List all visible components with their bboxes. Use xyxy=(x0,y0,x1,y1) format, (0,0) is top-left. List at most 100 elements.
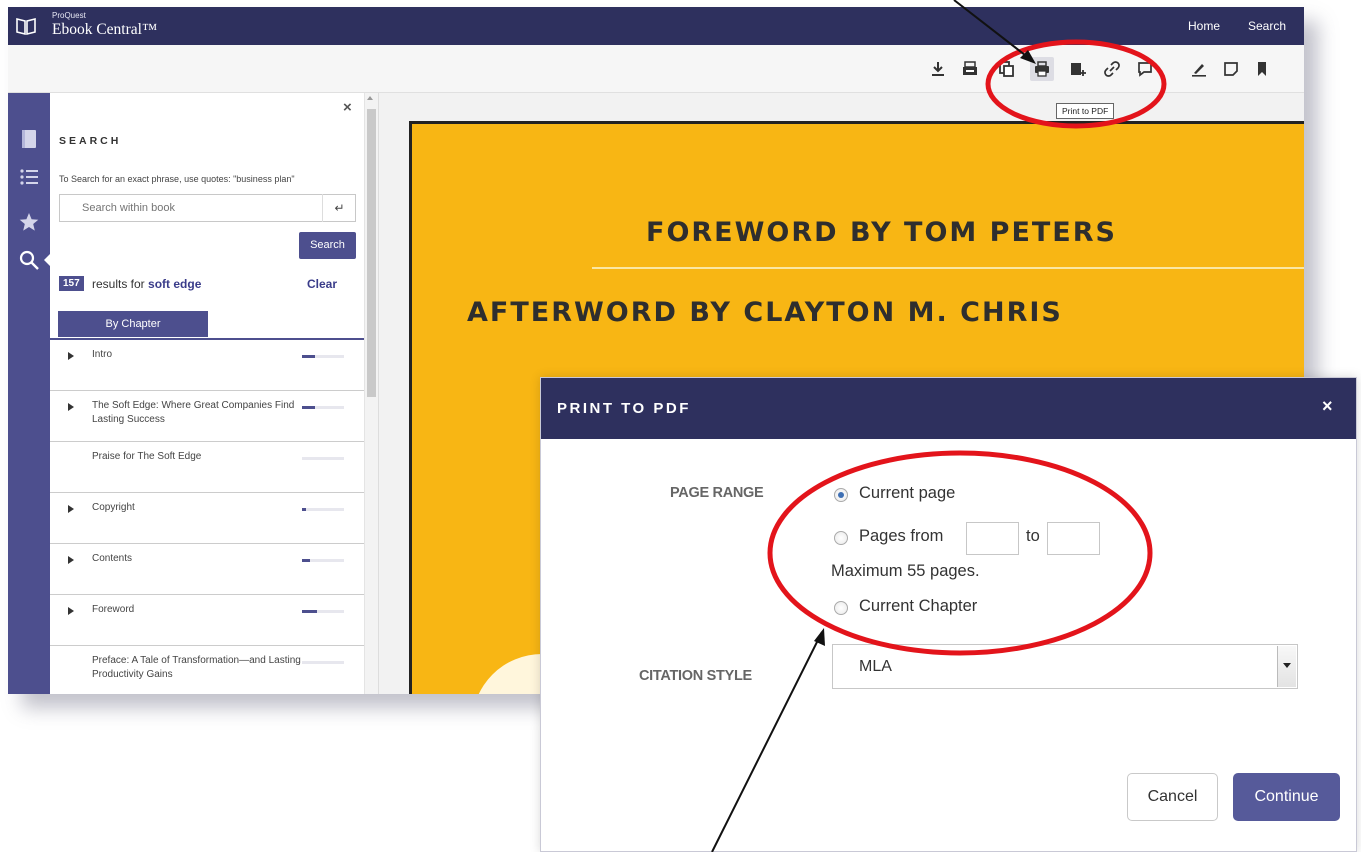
search-button[interactable]: Search xyxy=(299,232,356,259)
top-navigation-bar: ProQuest Ebook Central™ Home Search xyxy=(8,7,1304,45)
dialog-header: PRINT TO PDF × xyxy=(541,378,1356,439)
clear-results-link[interactable]: Clear xyxy=(307,277,337,291)
print-icon xyxy=(1035,61,1049,77)
search-panel: × SEARCH To Search for an exact phrase, … xyxy=(50,93,364,694)
nav-home-link[interactable]: Home xyxy=(1188,19,1220,33)
chapter-result-row[interactable]: Praise for The Soft Edge xyxy=(50,442,364,493)
chapter-result-row[interactable]: Contents xyxy=(50,544,364,595)
current-page-option-label[interactable]: Current page xyxy=(859,484,955,503)
result-term: soft edge xyxy=(148,277,202,291)
expand-arrow-icon[interactable] xyxy=(68,403,74,411)
search-icon xyxy=(19,250,39,270)
close-panel-button[interactable]: × xyxy=(343,99,352,116)
chapter-result-row[interactable]: Foreword xyxy=(50,595,364,646)
match-density-fill xyxy=(302,610,317,613)
share-icon xyxy=(1138,62,1152,77)
panel-scrollbar[interactable] xyxy=(364,93,378,694)
search-within-book-input[interactable] xyxy=(59,194,356,222)
chapter-result-label[interactable]: Foreword xyxy=(92,603,302,617)
match-density-bar xyxy=(302,355,344,358)
pages-from-radio[interactable] xyxy=(834,531,848,545)
scrollbar-thumb[interactable] xyxy=(367,109,376,397)
download-button[interactable] xyxy=(926,57,950,81)
chapter-result-row[interactable]: Copyright xyxy=(50,493,364,544)
chapter-result-label[interactable]: Intro xyxy=(92,348,302,362)
cancel-button[interactable]: Cancel xyxy=(1127,773,1218,821)
rail-search-button[interactable] xyxy=(17,248,41,272)
match-density-bar xyxy=(302,406,344,409)
match-density-bar xyxy=(302,559,344,562)
star-icon xyxy=(19,213,39,231)
close-icon[interactable]: × xyxy=(1322,396,1333,417)
rail-contents-button[interactable] xyxy=(17,165,41,189)
chapter-results-list: Intro The Soft Edge: Where Great Companie… xyxy=(50,338,364,694)
open-book-logo-icon xyxy=(16,17,36,36)
match-density-fill xyxy=(302,355,315,358)
chapter-result-label[interactable]: Contents xyxy=(92,552,302,566)
match-density-fill xyxy=(302,559,311,562)
expand-arrow-icon[interactable] xyxy=(68,505,74,513)
copy-link-button[interactable] xyxy=(1100,57,1124,81)
page-from-input[interactable] xyxy=(966,522,1019,555)
scroll-up-arrow-icon[interactable] xyxy=(367,96,373,100)
pdf-download-button[interactable] xyxy=(958,57,982,81)
chapter-result-row[interactable]: The Soft Edge: Where Great Companies Fin… xyxy=(50,391,364,442)
book-afterword-line: AFTERWORD BY CLAYTON M. CHRIS xyxy=(467,297,1063,328)
highlight-button[interactable] xyxy=(1187,57,1211,81)
chapter-result-label[interactable]: Praise for The Soft Edge xyxy=(92,450,302,464)
tab-by-chapter[interactable]: By Chapter xyxy=(58,311,208,337)
match-density-bar xyxy=(302,457,344,460)
result-summary: results for soft edge xyxy=(92,277,201,291)
expand-arrow-icon[interactable] xyxy=(68,556,74,564)
brand-small-text: ProQuest xyxy=(52,11,86,20)
print-to-pdf-dialog: PRINT TO PDF × PAGE RANGE Current page P… xyxy=(540,377,1357,852)
chapter-result-label[interactable]: Copyright xyxy=(92,501,302,515)
pages-from-option-label[interactable]: Pages from xyxy=(859,527,943,546)
reader-toolbar xyxy=(8,45,1304,93)
match-density-fill xyxy=(302,406,315,409)
chevron-down-icon[interactable] xyxy=(1277,646,1296,687)
page-to-input[interactable] xyxy=(1047,522,1100,555)
note-icon xyxy=(1224,62,1238,76)
match-density-bar xyxy=(302,610,344,613)
screenshot-stage: ProQuest Ebook Central™ Home Search × SE… xyxy=(0,0,1361,852)
bookmark-button[interactable] xyxy=(1250,57,1274,81)
chapter-result-row[interactable]: Intro xyxy=(50,340,364,391)
citation-style-label: CITATION STYLE xyxy=(639,668,752,684)
expand-arrow-icon[interactable] xyxy=(68,607,74,615)
add-to-shelf-button[interactable] xyxy=(1066,57,1090,81)
result-text: results for xyxy=(92,277,145,291)
citation-style-value: MLA xyxy=(859,658,892,675)
book-icon xyxy=(22,130,36,148)
current-page-radio[interactable] xyxy=(834,488,848,502)
add-note-button[interactable] xyxy=(1219,57,1243,81)
book-foreword-line: FOREWORD BY TOM PETERS xyxy=(646,217,1117,248)
side-navigation-rail xyxy=(8,93,50,694)
dialog-title: PRINT TO PDF xyxy=(557,400,691,417)
current-chapter-option-label[interactable]: Current Chapter xyxy=(859,597,977,616)
add-to-shelf-icon xyxy=(1071,63,1086,76)
search-hint-text: To Search for an exact phrase, use quote… xyxy=(59,174,295,184)
current-chapter-radio[interactable] xyxy=(834,601,848,615)
chapter-result-row[interactable]: Preface: A Tale of Transformation—and La… xyxy=(50,646,364,694)
rail-book-button[interactable] xyxy=(17,127,41,151)
copy-button[interactable] xyxy=(994,57,1018,81)
expand-arrow-icon[interactable] xyxy=(68,352,74,360)
enter-icon[interactable]: ↵ xyxy=(322,194,356,222)
chapter-result-label[interactable]: The Soft Edge: Where Great Companies Fin… xyxy=(92,399,302,427)
print-to-pdf-button[interactable] xyxy=(1030,57,1054,81)
book-divider xyxy=(592,267,1304,269)
copy-icon xyxy=(999,61,1014,77)
brand-name: Ebook Central™ xyxy=(52,21,158,38)
citation-style-select[interactable]: MLA xyxy=(832,644,1298,689)
share-button[interactable] xyxy=(1133,57,1157,81)
download-icon xyxy=(932,62,944,76)
page-range-label: PAGE RANGE xyxy=(670,485,764,501)
match-density-bar xyxy=(302,508,344,511)
nav-search-link[interactable]: Search xyxy=(1248,19,1286,33)
continue-button[interactable]: Continue xyxy=(1233,773,1340,821)
chapter-result-label[interactable]: Preface: A Tale of Transformation—and La… xyxy=(92,654,302,682)
rail-favorites-button[interactable] xyxy=(17,210,41,234)
pdf-print-icon xyxy=(963,61,977,75)
bookmark-icon xyxy=(1258,62,1266,76)
